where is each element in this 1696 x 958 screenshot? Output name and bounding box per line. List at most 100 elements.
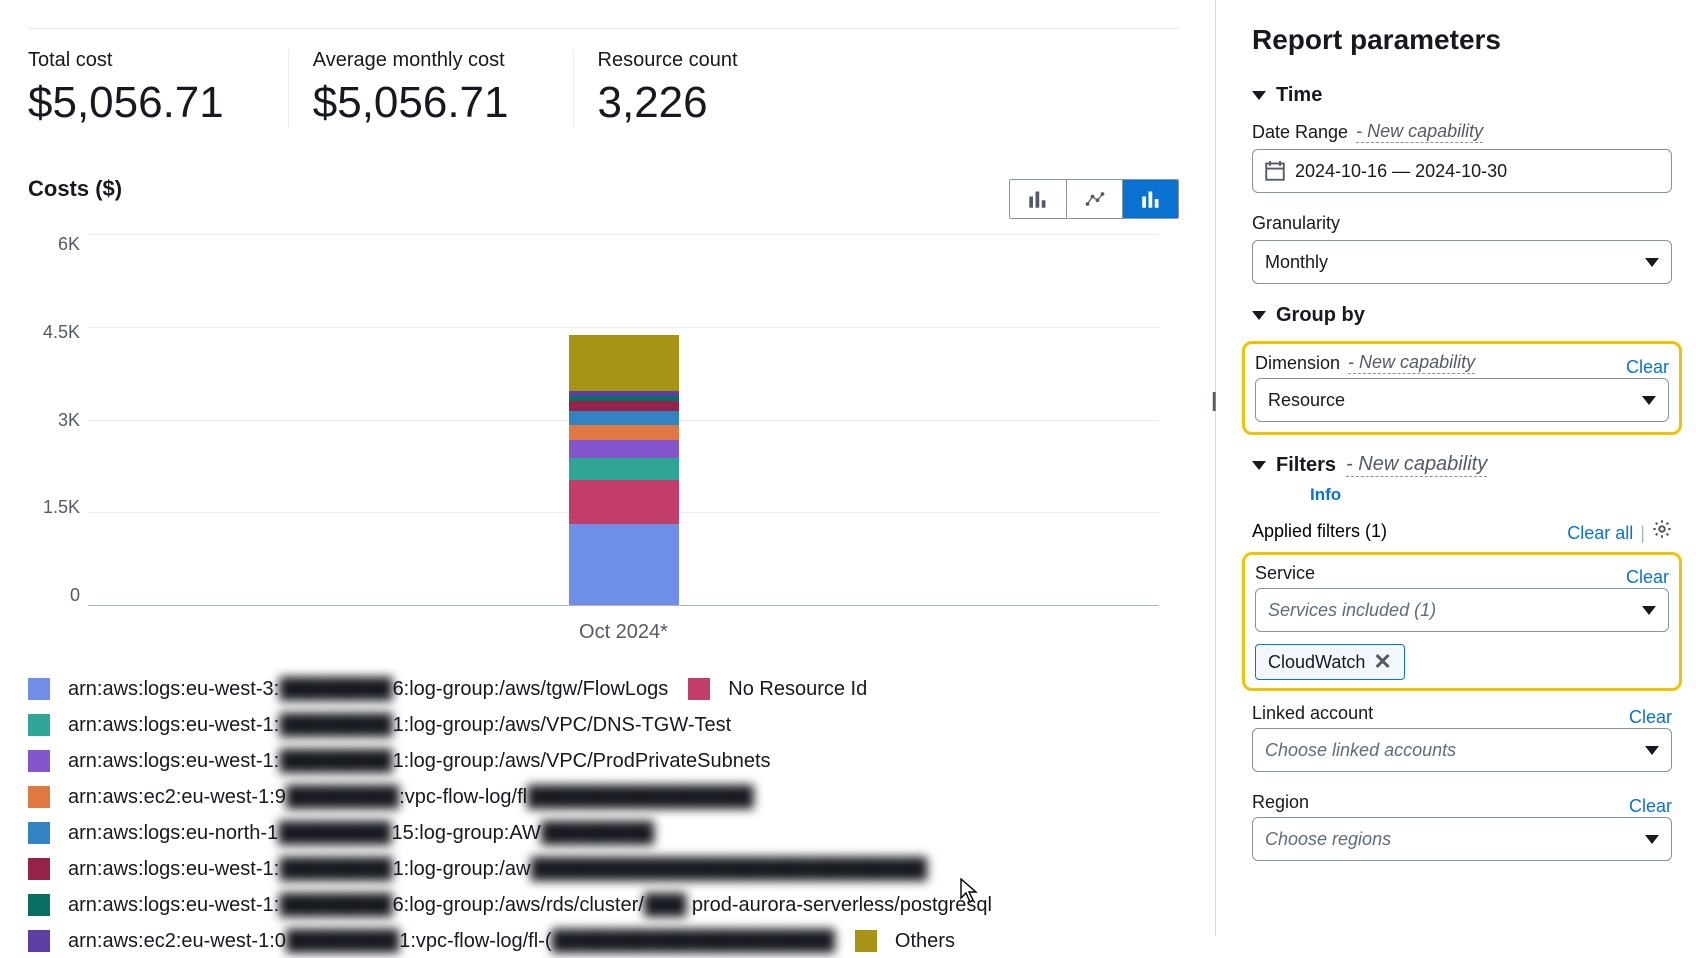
legend-label: arn:aws:ec2:eu-west-1:9████████:vpc-flow… [68,780,754,814]
line-chart-button[interactable] [1066,180,1122,218]
calendar-icon [1265,161,1285,181]
bar-segment[interactable] [569,411,679,425]
chevron-down-icon [1645,746,1659,755]
linked-clear-link[interactable]: Clear [1629,707,1672,728]
service-select[interactable]: Services included (1) [1255,588,1669,632]
chart-legend: arn:aws:logs:eu-west-3:████████6:log-gro… [28,672,1179,958]
bar-chart-icon [1028,189,1048,209]
service-label: Service [1255,563,1315,584]
legend-label: No Resource Id [728,672,867,706]
stacked-bar-chart-button[interactable] [1122,180,1178,218]
new-capability-badge: - New capability [1346,453,1487,477]
legend-item[interactable]: arn:aws:ec2:eu-west-1:9████████:vpc-flow… [28,780,754,814]
chevron-down-icon [1642,606,1656,615]
region-placeholder: Choose regions [1265,829,1391,850]
bar-segment[interactable] [569,335,679,391]
legend-label: arn:aws:logs:eu-west-1:████████1:log-gro… [68,708,731,742]
dimension-select[interactable]: Resource [1255,378,1669,422]
new-capability-badge: - New capability [1356,121,1483,143]
date-range-picker[interactable]: 2024-10-16 — 2024-10-30 [1252,149,1672,193]
groupby-heading: Group by [1276,304,1365,327]
legend-item[interactable]: arn:aws:logs:eu-west-1:████████1:log-gro… [28,852,927,886]
total-cost-value: $5,056.71 [28,78,224,128]
chart-area: 6K4.5K3K1.5K0 Oct 2024* [88,234,1159,644]
legend-item[interactable]: No Resource Id [688,672,867,706]
collapse-panel-handle[interactable]: || [1211,390,1213,413]
bar-segment[interactable] [569,458,679,480]
service-token-cloudwatch: CloudWatch ✕ [1255,644,1405,680]
applied-filters-label: Applied filters (1) [1252,521,1387,542]
legend-label: arn:aws:logs:eu-west-1:████████1:log-gro… [68,852,927,886]
granularity-value: Monthly [1265,252,1328,273]
dimension-label: Dimension [1255,353,1340,374]
stacked-bar-chart-icon [1141,189,1161,209]
resource-count-card: Resource count 3,226 [573,49,802,128]
legend-item[interactable]: arn:aws:logs:eu-west-1:████████1:log-gro… [28,744,771,778]
dimension-clear-link[interactable]: Clear [1626,357,1669,378]
resource-count-label: Resource count [598,49,738,72]
chart-plot [88,234,1159,606]
legend-item[interactable]: arn:aws:logs:eu-north-1████████15:log-gr… [28,816,654,850]
legend-swatch [28,750,50,772]
service-filter-highlight: Service Clear Services included (1) Clou… [1242,552,1682,691]
legend-label: arn:aws:logs:eu-west-1:████████6:log-gro… [68,888,992,922]
dimension-value: Resource [1268,390,1345,411]
clear-all-filters-link[interactable]: Clear all [1567,523,1633,543]
chevron-down-icon [1642,396,1656,405]
legend-label: arn:aws:logs:eu-north-1████████15:log-gr… [68,816,654,850]
legend-swatch [28,822,50,844]
chart-type-toggle [1009,179,1179,219]
legend-swatch [28,894,50,916]
legend-item[interactable]: arn:aws:ec2:eu-west-1:0████████1:vpc-flo… [28,924,835,958]
gear-icon[interactable] [1652,519,1672,539]
linked-account-select[interactable]: Choose linked accounts [1252,728,1672,772]
region-label: Region [1252,792,1309,813]
legend-label: Others [895,924,955,958]
bar-chart-button[interactable] [1010,180,1066,218]
legend-swatch [855,930,877,952]
chevron-down-icon [1252,461,1266,470]
legend-item[interactable]: arn:aws:logs:eu-west-3:████████6:log-gro… [28,672,668,706]
legend-swatch [28,930,50,952]
date-range-value: 2024-10-16 — 2024-10-30 [1295,161,1507,182]
bar-segment[interactable] [569,524,679,605]
legend-item[interactable]: arn:aws:logs:eu-west-1:████████1:log-gro… [28,708,731,742]
time-heading: Time [1276,84,1322,107]
total-cost-label: Total cost [28,49,224,72]
chevron-down-icon [1252,311,1266,320]
service-value: Services included (1) [1268,600,1436,621]
bar-segment[interactable] [569,401,679,411]
token-label: CloudWatch [1268,652,1365,673]
bar-segment[interactable] [569,480,679,525]
stacked-bar-oct-2024[interactable] [569,335,679,605]
panel-title: Report parameters [1252,24,1672,56]
legend-item[interactable]: Others [855,924,955,958]
filters-section-header[interactable]: Filters - New capability [1252,453,1672,477]
summary-row: Total cost $5,056.71 Average monthly cos… [28,28,1179,128]
service-clear-link[interactable]: Clear [1626,567,1669,588]
filters-info-link[interactable]: Info [1310,485,1672,505]
groupby-section-header[interactable]: Group by [1252,304,1672,327]
chevron-down-icon [1252,91,1266,100]
region-select[interactable]: Choose regions [1252,817,1672,861]
remove-token-button[interactable]: ✕ [1373,651,1391,673]
line-chart-icon [1085,189,1105,209]
date-range-label: Date Range [1252,122,1348,143]
linked-account-label: Linked account [1252,703,1373,724]
total-cost-card: Total cost $5,056.71 [28,49,288,128]
region-clear-link[interactable]: Clear [1629,796,1672,817]
legend-swatch [28,786,50,808]
legend-swatch [28,858,50,880]
y-axis-labels: 6K4.5K3K1.5K0 [26,234,80,606]
chevron-down-icon [1645,835,1659,844]
time-section-header[interactable]: Time [1252,84,1672,107]
main-panel: Total cost $5,056.71 Average monthly cos… [0,0,1216,936]
legend-item[interactable]: arn:aws:logs:eu-west-1:████████6:log-gro… [28,888,992,922]
granularity-select[interactable]: Monthly [1252,240,1672,284]
bar-segment[interactable] [569,425,679,440]
new-capability-badge: - New capability [1348,352,1475,374]
bar-segment[interactable] [569,440,679,459]
avg-cost-label: Average monthly cost [313,49,509,72]
granularity-label: Granularity [1252,213,1672,234]
filters-heading: Filters [1276,454,1336,477]
